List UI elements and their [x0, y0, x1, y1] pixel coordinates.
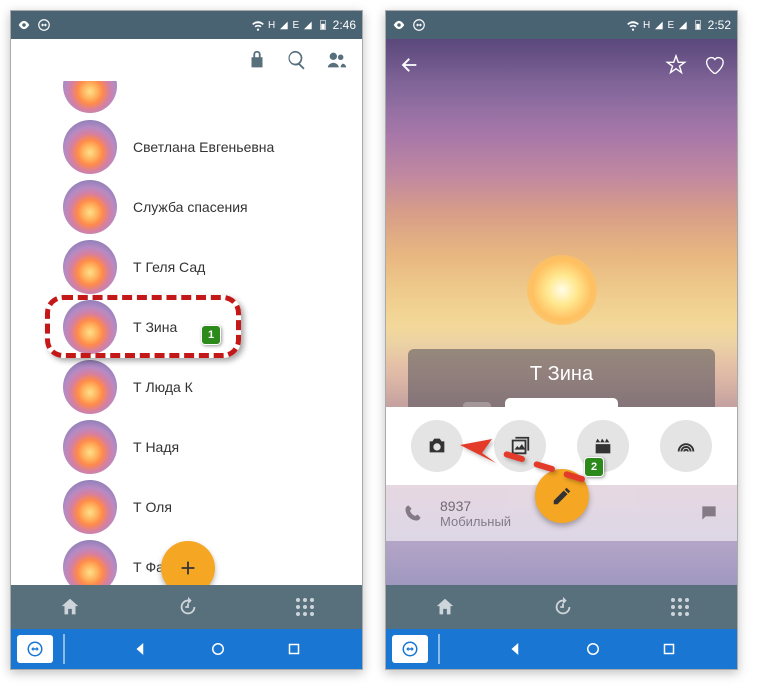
history-icon[interactable]	[552, 596, 574, 618]
contact-hero: Т Зина ВЫЗОВ	[386, 39, 737, 585]
teamviewer-icon	[401, 640, 419, 658]
signal-text: H ◢ E ◢	[643, 20, 688, 31]
nav-separator	[438, 634, 440, 664]
home-button[interactable]	[209, 640, 227, 658]
teamviewer-status-icon	[37, 18, 51, 32]
back-button[interactable]	[132, 640, 150, 658]
phone-icon	[404, 504, 422, 522]
app-header	[11, 39, 362, 81]
list-item[interactable]	[11, 81, 362, 117]
contacts-list[interactable]: Светлана Евгеньевна Служба спасения Т Ге…	[11, 81, 362, 585]
annotation-badge-2: 2	[584, 457, 604, 477]
teamviewer-status-icon	[412, 18, 426, 32]
teamviewer-icon	[26, 640, 44, 658]
contact-avatar	[63, 360, 117, 414]
phone-screen-contact-detail: H ◢ E ◢ 2:52 Т Зина ВЫЗОВ	[385, 10, 738, 670]
status-time: 2:52	[708, 18, 731, 32]
decorative-sun	[527, 255, 597, 325]
signal-text: H ◢ E ◢	[268, 20, 313, 31]
camera-button[interactable]	[411, 420, 463, 472]
contact-avatar	[63, 180, 117, 234]
dialpad-icon[interactable]	[671, 598, 689, 616]
home-icon[interactable]	[434, 596, 456, 618]
search-icon[interactable]	[286, 49, 308, 71]
contact-name: Т Зина	[133, 319, 177, 335]
bottom-nav	[386, 585, 737, 629]
list-item[interactable]: Т Оля	[11, 477, 362, 537]
gallery-button[interactable]	[494, 420, 546, 472]
pencil-icon	[551, 485, 573, 507]
annotation-badge-1: 1	[201, 325, 221, 345]
status-time: 2:46	[333, 18, 356, 32]
eye-icon	[392, 18, 406, 32]
contact-name: Т Геля Сад	[133, 259, 205, 275]
teamviewer-button[interactable]	[392, 635, 428, 663]
star-icon[interactable]	[665, 54, 687, 76]
home-icon[interactable]	[59, 596, 81, 618]
message-icon[interactable]	[699, 503, 719, 523]
edit-contact-fab[interactable]	[535, 469, 589, 523]
plus-icon	[177, 557, 199, 579]
list-item[interactable]: Т Геля Сад	[11, 237, 362, 297]
people-icon[interactable]	[326, 49, 348, 71]
recent-button[interactable]	[285, 640, 303, 658]
list-item[interactable]: Служба спасения	[11, 177, 362, 237]
teamviewer-button[interactable]	[17, 635, 53, 663]
dialpad-icon[interactable]	[296, 598, 314, 616]
contact-name: Т Зина	[418, 363, 705, 386]
home-button[interactable]	[584, 640, 602, 658]
history-icon[interactable]	[177, 596, 199, 618]
list-item-highlighted[interactable]: Т Зина	[11, 297, 362, 357]
hero-top-actions	[386, 45, 737, 85]
clapperboard-icon	[592, 435, 614, 457]
status-bar: H ◢ E ◢ 2:52	[386, 11, 737, 39]
contact-name: Служба спасения	[133, 199, 248, 215]
eye-icon	[17, 18, 31, 32]
contact-name: Т Оля	[133, 499, 172, 515]
bottom-nav	[11, 585, 362, 629]
lock-icon[interactable]	[246, 49, 268, 71]
wifi-icon	[251, 18, 265, 32]
back-button[interactable]	[507, 640, 525, 658]
contact-avatar	[63, 81, 117, 113]
contact-name: Т Надя	[133, 439, 179, 455]
list-item[interactable]: Т Люда К	[11, 357, 362, 417]
contact-avatar	[63, 240, 117, 294]
heart-icon[interactable]	[703, 54, 725, 76]
list-item[interactable]: Светлана Евгеньевна	[11, 117, 362, 177]
status-bar: H ◢ E ◢ 2:46	[11, 11, 362, 39]
system-nav-bar	[11, 629, 362, 669]
phone-screen-contacts-list: H ◢ E ◢ 2:46 Светлана Евгеньевна Служба …	[10, 10, 363, 670]
theme-button[interactable]	[660, 420, 712, 472]
gallery-icon	[509, 435, 531, 457]
battery-icon	[316, 18, 330, 32]
contact-name: Светлана Евгеньевна	[133, 139, 274, 155]
nav-separator	[63, 634, 65, 664]
wifi-icon	[626, 18, 640, 32]
recent-button[interactable]	[660, 640, 678, 658]
contact-name: Т Люда К	[133, 379, 193, 395]
contact-avatar	[63, 480, 117, 534]
camera-icon	[426, 435, 448, 457]
contact-avatar	[63, 300, 117, 354]
list-item[interactable]: Т Надя	[11, 417, 362, 477]
contact-avatar	[63, 420, 117, 474]
contact-avatar	[63, 120, 117, 174]
rainbow-icon	[675, 435, 697, 457]
back-arrow-icon[interactable]	[398, 54, 420, 76]
system-nav-bar	[386, 629, 737, 669]
contact-avatar	[63, 540, 117, 585]
battery-icon	[691, 18, 705, 32]
